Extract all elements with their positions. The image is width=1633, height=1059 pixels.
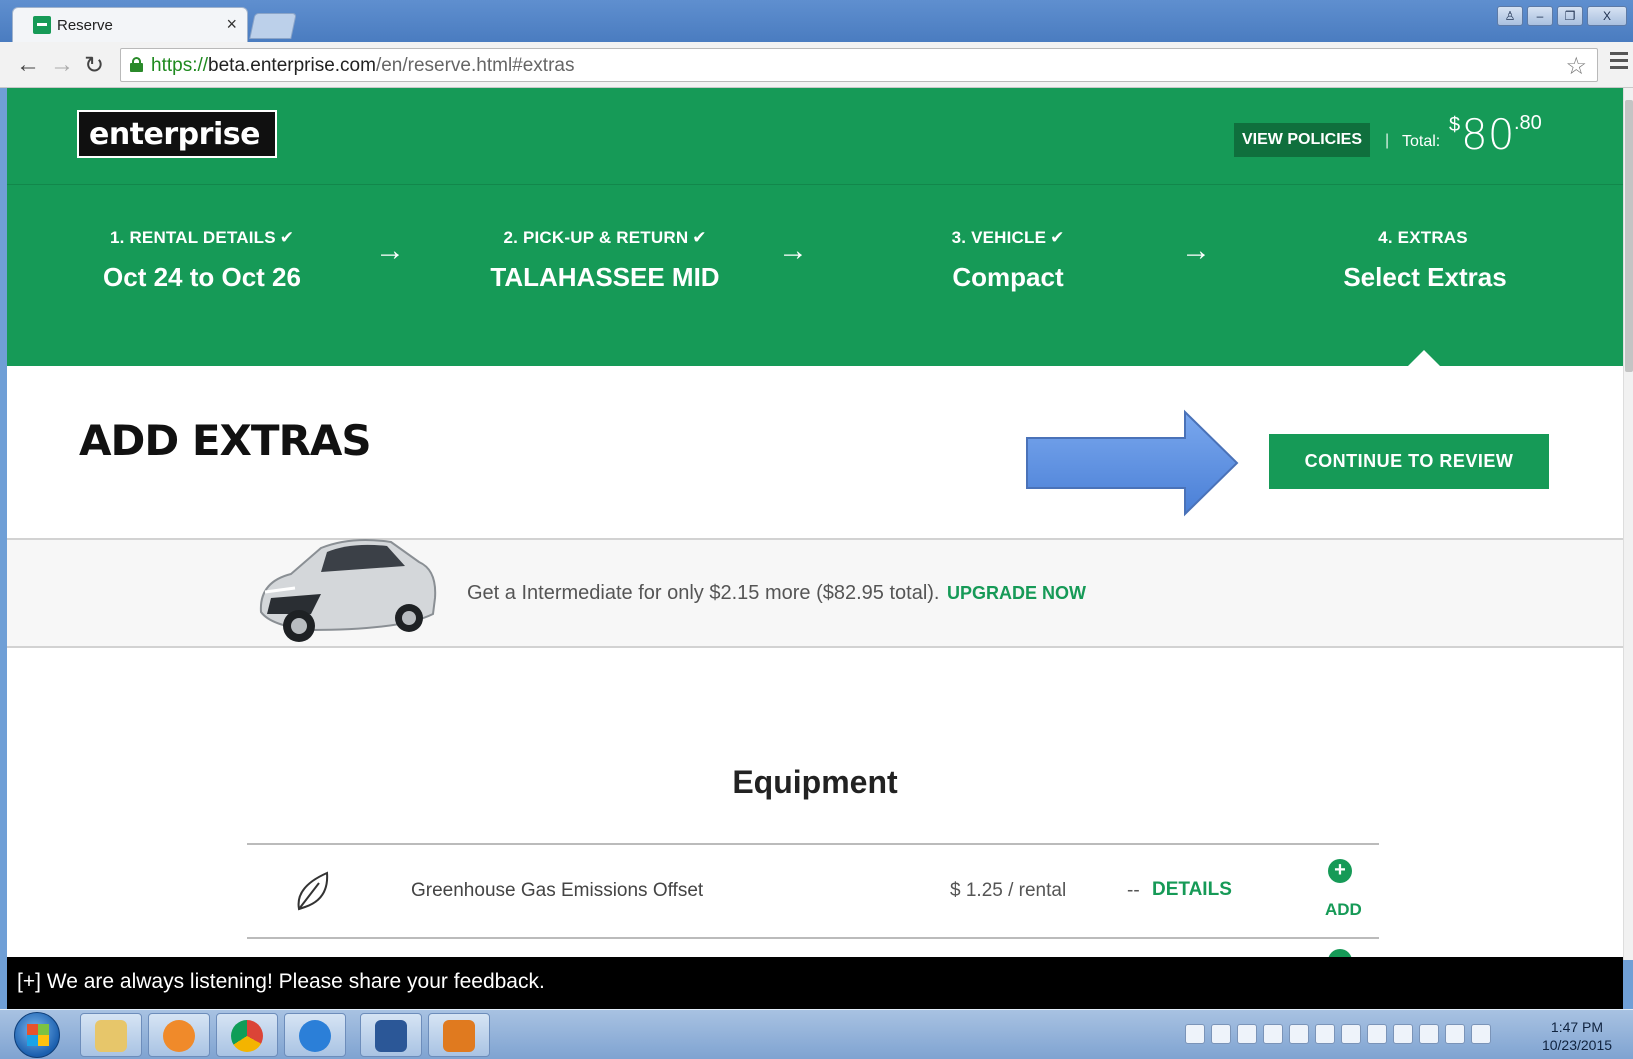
scrollbar-thumb[interactable] bbox=[1625, 100, 1633, 372]
step-value: Select Extras bbox=[1343, 262, 1507, 292]
step-value: TALAHASSEE MID bbox=[490, 262, 720, 292]
tray-app-icon[interactable] bbox=[1289, 1024, 1309, 1044]
total-label: Total: bbox=[1402, 133, 1441, 150]
lock-icon bbox=[130, 57, 143, 72]
details-separator: -- bbox=[1127, 880, 1140, 901]
tray-app-icon[interactable] bbox=[1341, 1024, 1361, 1044]
enterprise-favicon-icon bbox=[33, 16, 51, 34]
step-value: Oct 24 to Oct 26 bbox=[103, 262, 301, 292]
checkmark-icon: ✔ bbox=[279, 228, 295, 247]
section-title-equipment: Equipment bbox=[732, 764, 898, 800]
site-header: enterprise VIEW POLICIES | Total: $ 80 .… bbox=[7, 88, 1623, 366]
tray-network-icon[interactable] bbox=[1315, 1024, 1335, 1044]
reload-icon[interactable]: ↻ bbox=[84, 51, 104, 80]
tray-flag-icon[interactable] bbox=[1185, 1024, 1205, 1044]
checkmark-icon: ✔ bbox=[1050, 228, 1065, 247]
forward-arrow-icon[interactable]: → bbox=[50, 51, 74, 79]
equipment-row: Greenhouse Gas Emissions Offset $ 1.25 /… bbox=[247, 843, 1379, 939]
total-currency: $ bbox=[1449, 114, 1461, 136]
details-link[interactable]: DETAILS bbox=[1152, 879, 1232, 901]
continue-to-review-button[interactable]: CONTINUE TO REVIEW bbox=[1269, 434, 1549, 489]
view-policies-button[interactable]: VIEW POLICIES bbox=[1234, 123, 1370, 157]
step-arrow-icon: → bbox=[1181, 234, 1211, 267]
tray-app-icon[interactable] bbox=[1367, 1024, 1387, 1044]
windows-taskbar: 1:47 PM 10/23/2015 bbox=[0, 1009, 1633, 1059]
close-window-button[interactable]: X bbox=[1587, 6, 1627, 26]
tray-volume-icon[interactable] bbox=[1419, 1024, 1439, 1044]
upgrade-now-link[interactable]: UPGRADE NOW bbox=[947, 583, 1086, 604]
word-taskbar-icon[interactable] bbox=[360, 1013, 422, 1057]
step-arrow-icon: → bbox=[375, 234, 405, 267]
tray-display-icon[interactable] bbox=[1445, 1024, 1465, 1044]
feedback-bar[interactable]: [+] We are always listening! Please shar… bbox=[7, 957, 1623, 1009]
tab-close-icon[interactable]: × bbox=[226, 14, 237, 35]
bookmark-star-icon[interactable]: ☆ bbox=[1565, 52, 1587, 81]
step-arrow-icon: → bbox=[778, 234, 808, 267]
browser-toolbar: ← → ↻ https://beta.enterprise.com/en/res… bbox=[0, 42, 1633, 88]
equipment-list: Greenhouse Gas Emissions Offset $ 1.25 /… bbox=[247, 843, 1379, 960]
active-step-pointer bbox=[1408, 350, 1440, 366]
step-pickup-return[interactable]: 2. PICK-UP & RETURN ✔ TALAHASSEE MID bbox=[455, 228, 755, 293]
step-value: Compact bbox=[952, 262, 1064, 292]
add-plus-icon[interactable]: + bbox=[1328, 859, 1352, 883]
new-tab-button[interactable] bbox=[249, 13, 297, 39]
internet-explorer-taskbar-icon[interactable] bbox=[284, 1013, 346, 1057]
step-label: 3. VEHICLE bbox=[951, 228, 1047, 247]
clock-date: 10/23/2015 bbox=[1541, 1037, 1613, 1053]
checkmark-icon: ✔ bbox=[692, 228, 707, 247]
start-button-icon[interactable] bbox=[14, 1012, 60, 1058]
upgrade-banner: Get a Intermediate for only $2.15 more (… bbox=[7, 538, 1623, 648]
annotation-arrow-icon bbox=[1026, 409, 1239, 517]
equipment-price: $ 1.25 / rental bbox=[950, 880, 1067, 901]
url-path: /en/reserve.html#extras bbox=[375, 55, 575, 76]
browser-tab[interactable]: Reserve × bbox=[12, 7, 248, 42]
address-bar[interactable]: https://beta.enterprise.com/en/reserve.h… bbox=[120, 48, 1598, 82]
leaf-icon bbox=[297, 871, 329, 911]
tray-teamviewer-icon[interactable] bbox=[1211, 1024, 1231, 1044]
user-profile-button[interactable]: ♙ bbox=[1497, 6, 1523, 26]
chrome-taskbar-icon[interactable] bbox=[216, 1013, 278, 1057]
window-controls: ♙ – ❐ X bbox=[1497, 6, 1627, 26]
tray-app-icon[interactable] bbox=[1237, 1024, 1257, 1044]
header-divider bbox=[7, 184, 1623, 185]
upgrade-offer-text: Get a Intermediate for only $2.15 more (… bbox=[467, 582, 940, 604]
step-label: 4. EXTRAS bbox=[1378, 228, 1468, 247]
taskbar-clock[interactable]: 1:47 PM 10/23/2015 bbox=[1540, 1018, 1614, 1054]
logo-text: enterprise bbox=[89, 117, 260, 152]
feedback-text[interactable]: [+] We are always listening! Please shar… bbox=[17, 970, 545, 994]
minimize-button[interactable]: – bbox=[1527, 6, 1553, 26]
tray-app-icon[interactable] bbox=[1471, 1024, 1491, 1044]
system-tray bbox=[1185, 1024, 1491, 1044]
outlook-taskbar-icon[interactable] bbox=[428, 1013, 490, 1057]
back-arrow-icon[interactable]: ← bbox=[16, 51, 40, 79]
equipment-name: Greenhouse Gas Emissions Offset bbox=[411, 880, 704, 901]
url-host: beta.enterprise.com bbox=[208, 55, 376, 76]
step-label: 1. RENTAL DETAILS bbox=[109, 228, 276, 247]
total-separator: | bbox=[1385, 132, 1390, 149]
step-vehicle[interactable]: 3. VEHICLE ✔ Compact bbox=[858, 228, 1158, 293]
step-label: 2. PICK-UP & RETURN bbox=[503, 228, 689, 247]
total-cents: .80 bbox=[1514, 112, 1542, 134]
step-rental-details[interactable]: 1. RENTAL DETAILS ✔ Oct 24 to Oct 26 bbox=[52, 228, 352, 293]
chrome-menu-icon[interactable] bbox=[1610, 52, 1628, 73]
tab-title: Reserve bbox=[57, 17, 113, 34]
car-image bbox=[259, 539, 437, 642]
clock-time: 1:47 PM bbox=[1550, 1019, 1604, 1035]
tray-app-icon[interactable] bbox=[1263, 1024, 1283, 1044]
browser-titlebar: Reserve × ♙ – ❐ X bbox=[0, 0, 1633, 42]
page-title: ADD EXTRAS bbox=[79, 416, 372, 465]
url-text: https://beta.enterprise.com/en/reserve.h… bbox=[151, 55, 574, 77]
page-scrollbar[interactable] bbox=[1623, 88, 1633, 960]
restore-button[interactable]: ❐ bbox=[1557, 6, 1583, 26]
tray-battery-icon[interactable] bbox=[1393, 1024, 1413, 1044]
media-player-taskbar-icon[interactable] bbox=[148, 1013, 210, 1057]
page-viewport: enterprise VIEW POLICIES | Total: $ 80 .… bbox=[7, 88, 1623, 960]
url-scheme: https:// bbox=[151, 55, 209, 76]
step-extras[interactable]: 4. EXTRAS Select Extras bbox=[1275, 228, 1575, 293]
enterprise-logo[interactable]: enterprise bbox=[77, 110, 277, 158]
add-button[interactable]: ADD bbox=[1325, 900, 1362, 920]
total-amount: 80 bbox=[1461, 110, 1515, 159]
explorer-taskbar-icon[interactable] bbox=[80, 1013, 142, 1057]
